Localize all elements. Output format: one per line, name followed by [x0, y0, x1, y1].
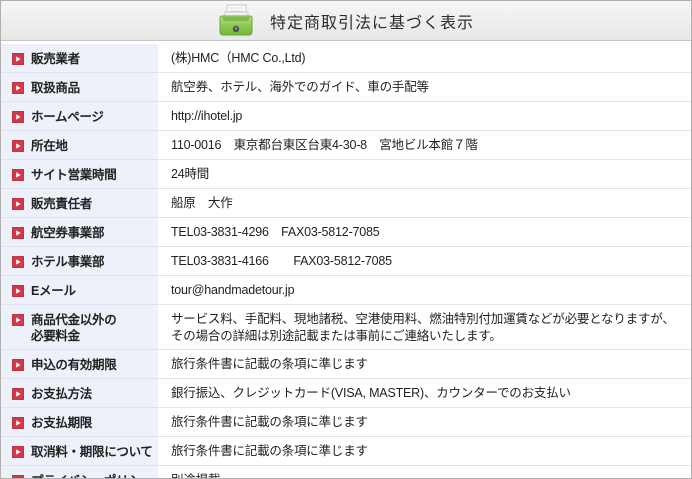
- table-row: 取消料・期限について 旅行条件書に記載の条項に準じます: [1, 437, 691, 466]
- page-title: 特定商取引法に基づく表示: [270, 9, 474, 33]
- row-label: ホテル事業部: [31, 254, 104, 270]
- row-label: 取消料・期限について: [31, 444, 153, 460]
- row-label-cell: 所在地: [1, 131, 158, 160]
- row-label: Eメール: [31, 283, 76, 299]
- table-row: 商品代金以外の 必要料金 サービス料、手配料、現地諸税、空港使用料、燃油特別付加…: [1, 305, 691, 350]
- red-arrow-bullet-icon: [12, 474, 24, 479]
- table-row: 申込の有効期限 旅行条件書に記載の条項に準じます: [1, 350, 691, 379]
- row-value: サービス料、手配料、現地諸税、空港使用料、燃油特別付加運賃などが必要となりますが…: [158, 305, 691, 350]
- table-row: ホテル事業部 TEL03-3831-4166 FAX03-5812-7085: [1, 247, 691, 276]
- red-arrow-bullet-icon: [12, 139, 24, 151]
- row-value: 船原 大作: [158, 189, 691, 218]
- table-row: Eメール tour@handmadetour.jp: [1, 276, 691, 305]
- row-label: 所在地: [31, 138, 68, 154]
- row-label-cell: ホームページ: [1, 102, 158, 131]
- table-row: 販売責任者 船原 大作: [1, 189, 691, 218]
- row-label: 商品代金以外の 必要料金: [31, 312, 116, 344]
- row-label: 航空券事業部: [31, 225, 104, 241]
- red-arrow-bullet-icon: [12, 284, 24, 296]
- inbox-tray-icon: [218, 4, 254, 38]
- table-row: 取扱商品 航空券、ホテル、海外でのガイド、車の手配等: [1, 73, 691, 102]
- table-row: 航空券事業部 TEL03-3831-4296 FAX03-5812-7085: [1, 218, 691, 247]
- red-arrow-bullet-icon: [12, 226, 24, 238]
- row-label-cell: プライバシーポリシー: [1, 466, 158, 479]
- table-row: お支払期限 旅行条件書に記載の条項に準じます: [1, 408, 691, 437]
- row-label-cell: 取消料・期限について: [1, 437, 158, 466]
- row-label: サイト営業時間: [31, 167, 116, 183]
- row-label: 申込の有効期限: [31, 357, 116, 373]
- row-label: お支払方法: [31, 386, 92, 402]
- table-row: サイト営業時間 24時間: [1, 160, 691, 189]
- table-row: お支払方法 銀行振込、クレジットカード(VISA, MASTER)、カウンターで…: [1, 379, 691, 408]
- red-arrow-bullet-icon: [12, 313, 24, 325]
- red-arrow-bullet-icon: [12, 197, 24, 209]
- row-label-cell: お支払方法: [1, 379, 158, 408]
- row-value: tour@handmadetour.jp: [158, 276, 691, 305]
- row-label-cell: 取扱商品: [1, 73, 158, 102]
- row-value: 110-0016 東京都台東区台東4-30-8 宮地ビル本館７階: [158, 131, 691, 160]
- table-row: ホームページ http://ihotel.jp: [1, 102, 691, 131]
- table-row: 所在地 110-0016 東京都台東区台東4-30-8 宮地ビル本館７階: [1, 131, 691, 160]
- row-value: 航空券、ホテル、海外でのガイド、車の手配等: [158, 73, 691, 102]
- page-frame: 特定商取引法に基づく表示 販売業者 (株)HMC（HMC Co.,Ltd) 取扱: [0, 0, 692, 479]
- red-arrow-bullet-icon: [12, 445, 24, 457]
- row-value: 旅行条件書に記載の条項に準じます: [158, 350, 691, 379]
- red-arrow-bullet-icon: [12, 255, 24, 267]
- red-arrow-bullet-icon: [12, 168, 24, 180]
- red-arrow-bullet-icon: [12, 52, 24, 64]
- row-value: (株)HMC（HMC Co.,Ltd): [158, 44, 691, 73]
- row-label: ホームページ: [31, 109, 104, 125]
- row-label: お支払期限: [31, 415, 92, 431]
- red-arrow-bullet-icon: [12, 110, 24, 122]
- row-label-cell: 販売責任者: [1, 189, 158, 218]
- row-value: 旅行条件書に記載の条項に準じます: [158, 408, 691, 437]
- row-label-cell: 申込の有効期限: [1, 350, 158, 379]
- page-header: 特定商取引法に基づく表示: [1, 1, 691, 41]
- row-value: 24時間: [158, 160, 691, 189]
- row-label-cell: お支払期限: [1, 408, 158, 437]
- table-row: プライバシーポリシー 別途掲載: [1, 466, 691, 479]
- row-value: http://ihotel.jp: [158, 102, 691, 131]
- row-label: 販売業者: [31, 51, 80, 67]
- row-value: 旅行条件書に記載の条項に準じます: [158, 437, 691, 466]
- row-label-cell: 商品代金以外の 必要料金: [1, 305, 158, 350]
- table-row: 販売業者 (株)HMC（HMC Co.,Ltd): [1, 44, 691, 73]
- row-label-cell: サイト営業時間: [1, 160, 158, 189]
- row-label: 販売責任者: [31, 196, 92, 212]
- row-value: 別途掲載: [158, 466, 691, 479]
- row-label-cell: 航空券事業部: [1, 218, 158, 247]
- row-label-cell: 販売業者: [1, 44, 158, 73]
- row-label: プライバシーポリシー: [31, 473, 153, 479]
- row-label: 取扱商品: [31, 80, 80, 96]
- red-arrow-bullet-icon: [12, 81, 24, 93]
- red-arrow-bullet-icon: [12, 416, 24, 428]
- row-label-cell: ホテル事業部: [1, 247, 158, 276]
- red-arrow-bullet-icon: [12, 387, 24, 399]
- row-value: TEL03-3831-4166 FAX03-5812-7085: [158, 247, 691, 276]
- info-table: 販売業者 (株)HMC（HMC Co.,Ltd) 取扱商品 航空券、ホテル、海外…: [1, 44, 691, 479]
- row-value: TEL03-3831-4296 FAX03-5812-7085: [158, 218, 691, 247]
- row-label-cell: Eメール: [1, 276, 158, 305]
- row-value: 銀行振込、クレジットカード(VISA, MASTER)、カウンターでのお支払い: [158, 379, 691, 408]
- red-arrow-bullet-icon: [12, 358, 24, 370]
